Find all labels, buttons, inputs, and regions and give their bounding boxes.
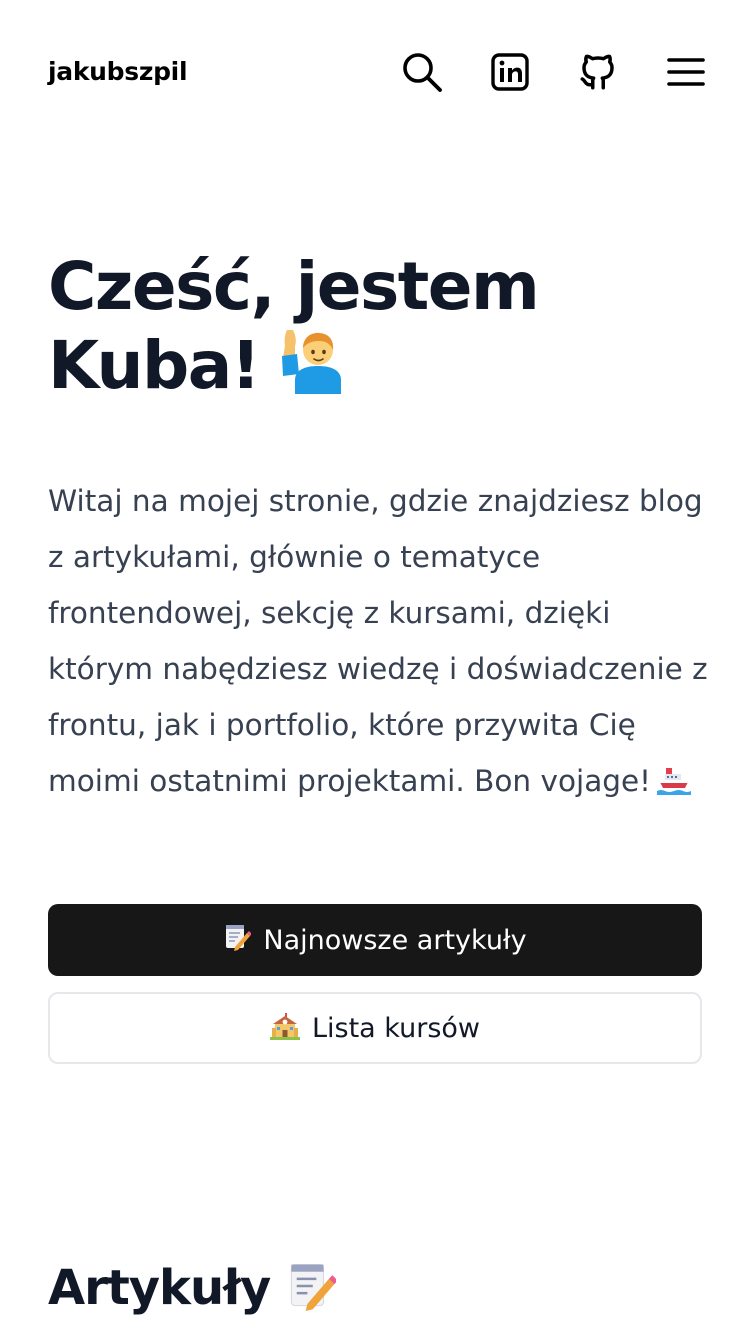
hero-title: Cześć, jestem Kuba! <box>48 250 708 409</box>
waving-person-icon <box>273 324 343 409</box>
brand-logo-link[interactable]: jakubszpil <box>48 56 188 88</box>
latest-articles-button[interactable]: Najnowsze artykuły <box>48 904 702 976</box>
site-header: jakubszpil <box>0 0 750 146</box>
ship-icon <box>656 757 691 813</box>
latest-articles-label: Najnowsze artykuły <box>263 924 527 956</box>
hero-intro: Witaj na mojej stronie, gdzie znajdziesz… <box>48 473 708 813</box>
hero-intro-text: Witaj na mojej stronie, gdzie znajdziesz… <box>48 484 708 798</box>
memo-icon <box>286 1260 339 1328</box>
articles-section-label: Artykuły <box>48 1260 271 1316</box>
linkedin-icon[interactable] <box>488 50 532 94</box>
memo-icon <box>223 923 253 958</box>
school-icon <box>269 1010 300 1047</box>
github-icon[interactable] <box>576 50 620 94</box>
search-icon[interactable] <box>400 50 444 94</box>
menu-icon[interactable] <box>664 50 708 94</box>
hero-title-line2: Kuba! <box>48 327 261 404</box>
courses-list-button[interactable]: Lista kursów <box>48 992 702 1064</box>
courses-list-label: Lista kursów <box>311 1012 480 1044</box>
articles-section-title: Artykuły <box>48 1256 339 1328</box>
hero-title-line1: Cześć, jestem <box>48 248 540 325</box>
